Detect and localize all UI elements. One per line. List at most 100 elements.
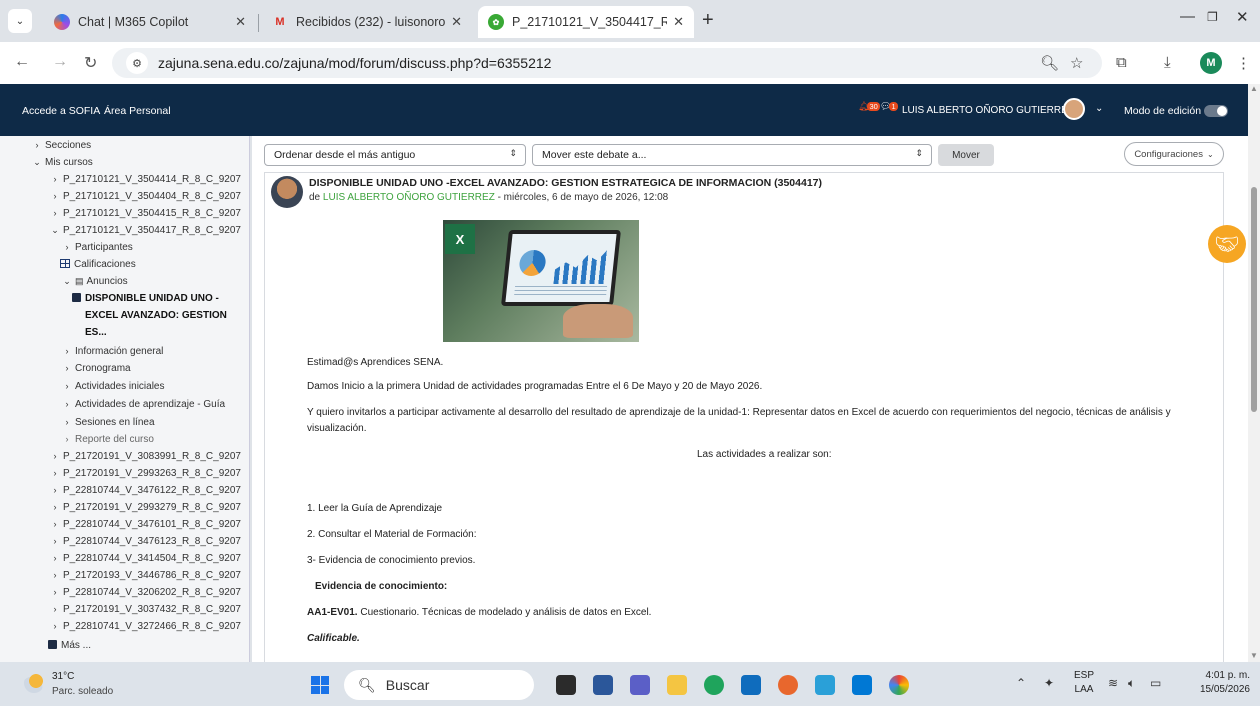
tab-search-chevron-icon[interactable]: ⌄ <box>8 9 32 33</box>
edge-icon[interactable] <box>704 675 724 695</box>
sidebar-item-mas[interactable]: Más ... <box>48 639 91 652</box>
sidebar-item-course[interactable]: › P_22810741_V_3272466_R_8_C_9207 <box>50 620 241 633</box>
user-name[interactable]: LUIS ALBERTO OÑORO GUTIERREZ <box>902 105 1074 116</box>
sidebar-item-cronograma[interactable]: › Cronograma <box>62 362 131 375</box>
user-avatar[interactable] <box>1063 98 1085 120</box>
chrome-icon[interactable] <box>889 675 909 695</box>
chevron-right-icon: › <box>65 346 69 356</box>
weather-partly-sunny-icon[interactable] <box>24 673 44 693</box>
close-tab-icon[interactable]: ✕ <box>451 14 462 30</box>
sidebar-item-course[interactable]: › P_21720191_V_2993263_R_8_C_9207 <box>50 467 241 480</box>
close-window-icon[interactable]: ✕ <box>1236 8 1249 26</box>
sidebar-item-course[interactable]: › P_22810744_V_3414504_R_8_C_9207 <box>50 552 241 565</box>
task-view-icon[interactable] <box>556 675 576 695</box>
restore-icon[interactable]: ❐ <box>1207 10 1218 24</box>
site-info-icon[interactable]: ⚙ <box>126 52 148 74</box>
sidebar-item-course[interactable]: › P_22810744_V_3476123_R_8_C_9207 <box>50 535 241 548</box>
move-button[interactable]: Mover <box>938 144 994 166</box>
post-image-excel-laptop: X <box>443 220 639 342</box>
sidebar-item-course[interactable]: › P_21720191_V_2993279_R_8_C_9207 <box>50 501 241 514</box>
weather-temperature[interactable]: 31°C <box>52 671 74 682</box>
sidebar-item-sesiones-en-linea[interactable]: › Sesiones en línea <box>62 416 155 429</box>
m365-icon[interactable] <box>815 675 835 695</box>
sidebar-item-course[interactable]: › P_21720193_V_3446786_R_8_C_9207 <box>50 569 241 582</box>
volume-muted-icon[interactable]: 🔈︎ <box>1128 676 1135 691</box>
battery-icon[interactable]: ▭ <box>1150 676 1161 690</box>
reload-icon[interactable]: ↻ <box>84 53 97 73</box>
sidebar-item-course[interactable]: › P_22810744_V_3476122_R_8_C_9207 <box>50 484 241 497</box>
scroll-up-icon[interactable]: ▲ <box>1250 84 1258 93</box>
file-explorer-icon[interactable] <box>667 675 687 695</box>
sidebar-item-active-discussion-line2[interactable]: EXCEL AVANZADO: GESTION <box>85 309 227 322</box>
forward-icon[interactable]: → <box>52 53 68 71</box>
link-area-personal[interactable]: Área Personal <box>104 105 171 117</box>
sidebar-item-course[interactable]: › P_21710121_V_3504414_R_8_C_9207 <box>50 173 241 186</box>
square-bullet-icon <box>48 640 57 649</box>
messages-button[interactable]: 💬︎ 1 <box>880 101 898 112</box>
zoom-icon[interactable]: 🔍︎ <box>1040 54 1059 72</box>
edit-mode-toggle[interactable] <box>1204 105 1228 117</box>
store-icon[interactable] <box>741 675 761 695</box>
sidebar-item-course[interactable]: › P_22810744_V_3206202_R_8_C_9207 <box>50 586 241 599</box>
sidebar-item-secciones[interactable]: › Secciones <box>32 139 92 152</box>
input-language[interactable]: ESP LAA <box>1074 669 1094 697</box>
tab-gmail[interactable]: M Recibidos (232) - luisonoro.sena ✕ <box>262 6 472 38</box>
taskbar-search[interactable]: 🔍︎ Buscar <box>344 670 534 700</box>
author-avatar[interactable] <box>271 176 303 208</box>
sort-order-select[interactable]: Ordenar desde el más antiguo ⇕ <box>264 144 526 166</box>
minimize-icon[interactable]: — <box>1180 8 1195 25</box>
tab-copilot[interactable]: Chat | M365 Copilot ✕ <box>44 6 256 38</box>
settings-dropdown-button[interactable]: Configuraciones ⌄ <box>1124 142 1224 166</box>
windows-start-icon[interactable] <box>311 676 329 694</box>
word-icon[interactable] <box>593 675 613 695</box>
link-sofia[interactable]: Accede a SOFIA <box>22 105 100 117</box>
system-clock[interactable]: 4:01 p. m. 15/05/2026 <box>1178 669 1250 697</box>
sidebar-item-anuncios[interactable]: ⌄ ▤ Anuncios <box>62 275 127 288</box>
download-icon[interactable]: ⤓ <box>1164 54 1171 71</box>
tray-app-icon[interactable]: ✦ <box>1044 676 1054 690</box>
address-bar[interactable]: ⚙ zajuna.sena.edu.co/zajuna/mod/forum/di… <box>112 48 1102 78</box>
tab-course[interactable]: ✿ P_21710121_V_3504417_R_8_C ✕ <box>478 6 694 38</box>
tray-overflow-chevron-icon[interactable]: ⌃ <box>1016 676 1026 690</box>
sidebar-item-actividades-iniciales[interactable]: › Actividades iniciales <box>62 380 165 393</box>
profile-avatar[interactable]: M <box>1200 52 1222 74</box>
new-tab-button[interactable]: + <box>702 10 714 30</box>
bookmark-star-icon[interactable]: ☆ <box>1070 54 1083 72</box>
handshake-icon[interactable]: 🤝︎ <box>1208 225 1246 263</box>
chevron-down-icon[interactable]: ⌄ <box>1095 103 1103 114</box>
sidebar-item-course-current[interactable]: ⌄ P_21710121_V_3504417_R_8_C_9207 <box>50 224 241 237</box>
sidebar-item-active-discussion-line3[interactable]: ES... <box>85 326 107 339</box>
chevron-right-icon: › <box>53 553 57 563</box>
sidebar-item-course[interactable]: › P_21720191_V_3037432_R_8_C_9207 <box>50 603 241 616</box>
author-link[interactable]: LUIS ALBERTO OÑORO GUTIERREZ <box>323 192 495 203</box>
search-icon: 🔍︎ <box>358 676 376 693</box>
close-tab-icon[interactable]: ✕ <box>235 14 246 30</box>
sidebar-item-informacion-general[interactable]: › Información general <box>62 345 164 358</box>
back-icon[interactable]: ← <box>14 53 30 71</box>
sidebar-item-actividades-aprendizaje[interactable]: › Actividades de aprendizaje - Guía <box>62 398 226 411</box>
sidebar-item-active-discussion[interactable]: DISPONIBLE UNIDAD UNO - <box>72 292 219 305</box>
chevron-right-icon: › <box>35 140 39 150</box>
sidebar-item-course[interactable]: › P_21710121_V_3504415_R_8_C_9207 <box>50 207 241 220</box>
outlook-icon[interactable] <box>852 675 872 695</box>
scroll-down-icon[interactable]: ▼ <box>1250 651 1258 660</box>
close-tab-icon[interactable]: ✕ <box>673 14 684 30</box>
sidebar-item-course[interactable]: › P_21710121_V_3504404_R_8_C_9207 <box>50 190 241 203</box>
sidebar-item-course[interactable]: › P_21720191_V_3083991_R_8_C_9207 <box>50 450 241 463</box>
page-scrollbar[interactable]: ▲ ▼ <box>1248 84 1260 662</box>
teams-icon[interactable] <box>630 675 650 695</box>
scrollbar-thumb[interactable] <box>1251 187 1257 412</box>
menu-kebab-icon[interactable]: ⋮ <box>1236 54 1251 72</box>
sidebar-item-participantes[interactable]: › Participantes <box>62 241 133 254</box>
sidebar-item-reporte-curso[interactable]: › Reporte del curso <box>62 433 154 446</box>
notifications-bell[interactable]: 🔔︎ 30 <box>858 101 880 112</box>
sidebar-item-calificaciones[interactable]: Calificaciones <box>60 258 136 271</box>
wifi-icon[interactable]: ≋ <box>1108 676 1118 690</box>
weather-condition[interactable]: Parc. soleado <box>52 686 113 697</box>
extensions-icon[interactable]: ⧉ <box>1116 54 1127 71</box>
evidence-heading: Evidencia de conocimiento: <box>315 581 448 592</box>
sidebar-item-mis-cursos[interactable]: ⌄ Mis cursos <box>32 156 93 169</box>
move-discussion-select[interactable]: Mover este debate a... ⇕ <box>532 144 932 166</box>
firefox-icon[interactable] <box>778 675 798 695</box>
sidebar-item-course[interactable]: › P_22810744_V_3476101_R_8_C_9207 <box>50 518 241 531</box>
